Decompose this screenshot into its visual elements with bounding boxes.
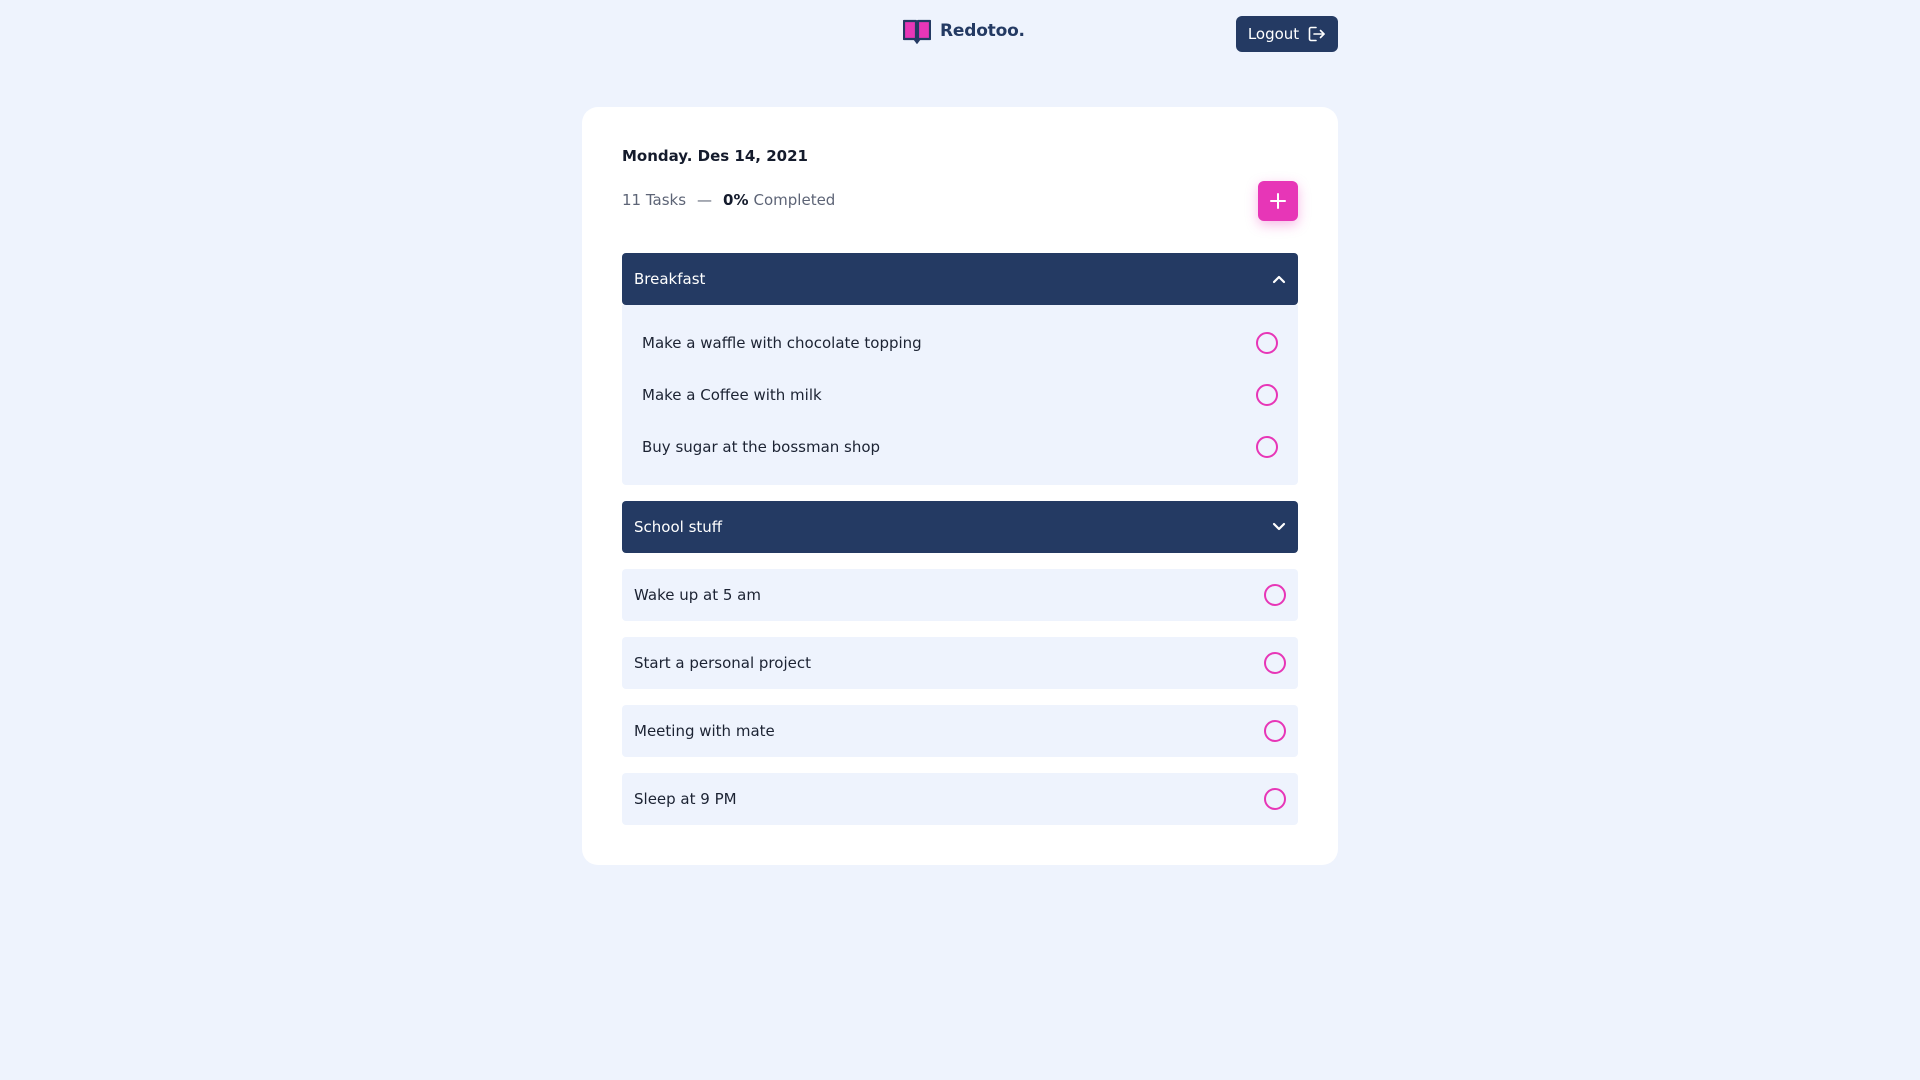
add-task-button[interactable]	[1258, 181, 1298, 221]
current-date: Monday. Des 14, 2021	[622, 147, 808, 165]
open-book-icon	[903, 19, 931, 44]
list-item: Buy sugar at the bossman shop	[622, 421, 1298, 473]
group-title: Breakfast	[634, 270, 706, 288]
group-header-breakfast[interactable]: Breakfast	[622, 253, 1298, 305]
task-count: 11 Tasks	[622, 191, 687, 209]
task-label: Buy sugar at the bossman shop	[642, 438, 881, 456]
task-checkbox[interactable]	[1256, 436, 1278, 458]
task-row: Start a personal project	[622, 637, 1298, 689]
task-label: Meeting with mate	[634, 722, 775, 740]
brand-name: Redotoo.	[940, 21, 1025, 41]
task-label: Make a Coffee with milk	[642, 386, 822, 404]
task-checkbox[interactable]	[1264, 584, 1286, 606]
task-label: Make a waffle with chocolate topping	[642, 334, 922, 352]
group-header-school-stuff[interactable]: School stuff	[622, 501, 1298, 553]
chevron-up-icon[interactable]	[1272, 274, 1286, 284]
list-item: Make a Coffee with milk	[622, 369, 1298, 421]
task-label: Wake up at 5 am	[634, 586, 761, 604]
task-label: Sleep at 9 PM	[634, 790, 737, 808]
task-row: Sleep at 9 PM	[622, 773, 1298, 825]
logout-icon	[1308, 26, 1325, 42]
completed-label: Completed	[753, 191, 836, 209]
task-label: Start a personal project	[634, 654, 811, 672]
task-row: Meeting with mate	[622, 705, 1298, 757]
chevron-down-icon[interactable]	[1272, 522, 1286, 532]
group-body-breakfast: Make a waffle with chocolate topping Mak…	[622, 305, 1298, 485]
list-item: Make a waffle with chocolate topping	[622, 317, 1298, 369]
task-checkbox[interactable]	[1256, 384, 1278, 406]
stats-separator: —	[697, 191, 713, 209]
task-checkbox[interactable]	[1264, 788, 1286, 810]
task-checkbox[interactable]	[1264, 652, 1286, 674]
task-checkbox[interactable]	[1256, 332, 1278, 354]
task-card: Monday. Des 14, 2021 11 Tasks — 0% Compl…	[582, 107, 1338, 865]
group-title: School stuff	[634, 518, 723, 536]
logout-button[interactable]: Logout	[1236, 16, 1338, 52]
task-checkbox[interactable]	[1264, 720, 1286, 742]
task-row: Wake up at 5 am	[622, 569, 1298, 621]
brand-logo: Redotoo.	[903, 18, 1025, 44]
plus-icon	[1270, 193, 1286, 209]
completed-percent: 0%	[723, 191, 749, 209]
task-stats: 11 Tasks — 0% Completed	[622, 191, 835, 209]
logout-label: Logout	[1247, 25, 1300, 43]
